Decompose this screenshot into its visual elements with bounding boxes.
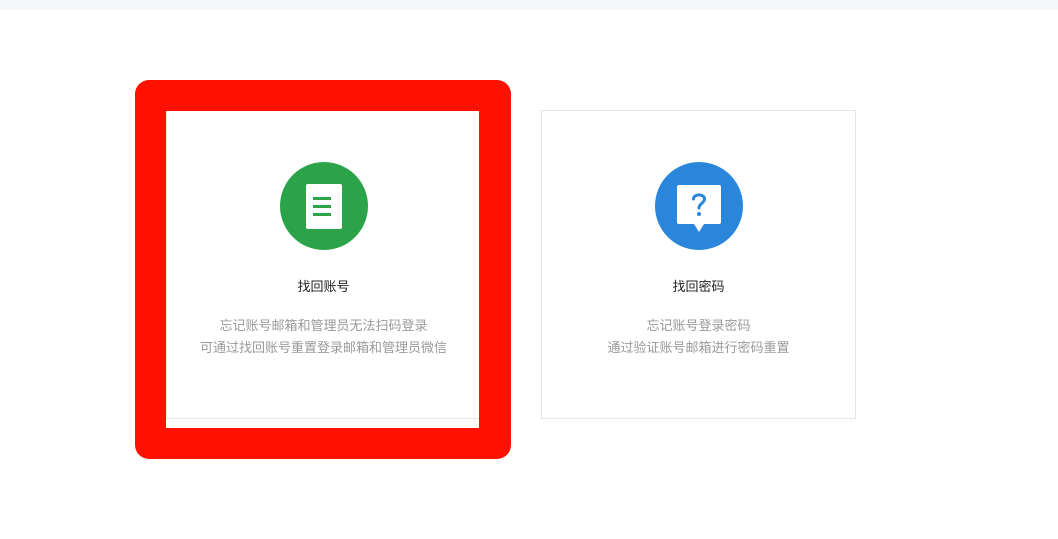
card-title: 找回密码 [672,280,725,295]
recover-account-card[interactable]: 找回账号 忘记账号邮箱和管理员无法扫码登录 可通过找回账号重置登录邮箱和管理员微… [166,110,481,419]
card-description: 忘记账号登录密码 通过验证账号邮箱进行密码重置 [542,316,855,360]
card-description-line: 可通过找回账号重置登录邮箱和管理员微信 [199,341,447,356]
recover-password-card[interactable]: 找回密码 忘记账号登录密码 通过验证账号邮箱进行密码重置 [541,110,856,419]
card-description-line: 忘记账号邮箱和管理员无法扫码登录 [219,319,428,334]
card-description: 忘记账号邮箱和管理员无法扫码登录 可通过找回账号重置登录邮箱和管理员微信 [167,316,480,360]
card-description-line: 通过验证账号邮箱进行密码重置 [607,341,790,356]
card-description-line: 忘记账号登录密码 [646,319,751,334]
document-icon [279,162,368,250]
top-bar [0,0,1058,10]
question-icon [654,162,743,250]
card-title: 找回账号 [297,280,350,295]
